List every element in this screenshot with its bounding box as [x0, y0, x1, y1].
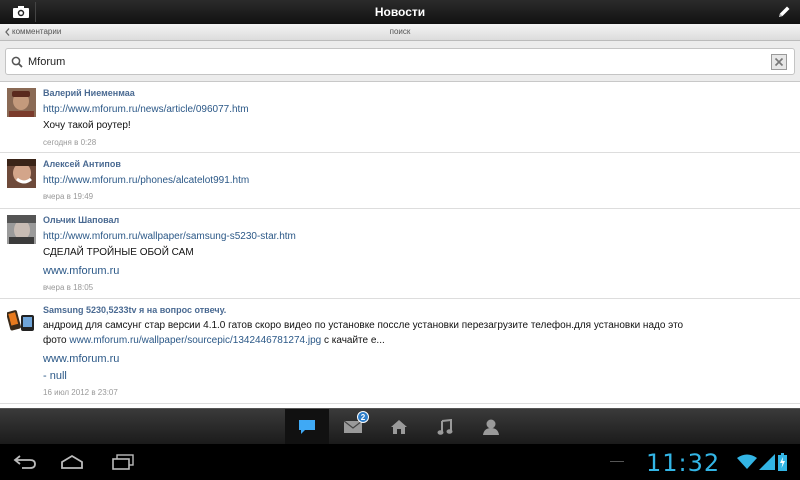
home-icon — [391, 420, 407, 434]
author-name[interactable]: Ольчик Шаповал — [43, 214, 790, 226]
list-item[interactable]: Samsung 5230,5233tv я на вопрос отвечу. … — [0, 299, 800, 404]
avatar[interactable] — [7, 159, 36, 188]
list-item[interactable]: Валерий Ниеменмаа http://www.mforum.ru/n… — [0, 82, 800, 153]
notification-dash — [610, 461, 624, 462]
post-text: андроид для самсунг стар версии 4.1.0 га… — [43, 318, 790, 348]
recent-apps-button[interactable] — [103, 450, 143, 474]
avatar[interactable] — [7, 215, 36, 244]
camera-button[interactable] — [6, 2, 36, 22]
author-name[interactable]: Алексей Антипов — [43, 158, 790, 170]
list-item[interactable]: Алексей Антипов http://www.mforum.ru/pho… — [0, 153, 800, 209]
pencil-icon — [779, 6, 790, 17]
search-area — [0, 41, 800, 82]
post-text-line: андроид для самсунг стар версии 4.1.0 га… — [43, 320, 684, 331]
search-input[interactable] — [28, 50, 771, 73]
sub-bar: комментарии поиск — [0, 24, 800, 41]
bottom-tab-bar: 2 — [0, 408, 800, 445]
battery-status — [778, 453, 787, 476]
search-box — [5, 48, 795, 75]
site-link[interactable]: www.mforum.ru — [43, 264, 790, 278]
post-link[interactable]: http://www.mforum.ru/wallpaper/samsung-s… — [43, 230, 790, 243]
list-item[interactable]: Ольчик Шаповал http://www.mforum.ru/wall… — [0, 209, 800, 299]
back-arrow-icon — [13, 455, 36, 469]
camera-icon — [12, 6, 29, 18]
title-bar: Новости — [0, 0, 800, 24]
messages-badge: 2 — [357, 411, 369, 423]
chevron-left-icon — [5, 27, 10, 36]
music-note-icon — [437, 418, 453, 435]
post-extra: - null — [43, 370, 67, 382]
tab-music[interactable] — [423, 409, 467, 445]
battery-charging-icon — [778, 453, 787, 471]
signal-status — [759, 454, 775, 475]
inline-link[interactable]: www.mforum.ru/wallpaper/sourcepic/134244… — [69, 335, 321, 346]
user-icon — [483, 419, 499, 435]
post-text-prefix: фото — [43, 335, 70, 346]
tab-messages[interactable]: 2 — [331, 409, 375, 445]
author-name[interactable]: Samsung 5230,5233tv я на вопрос отвечу. — [43, 304, 790, 316]
home-outline-icon — [61, 454, 83, 469]
back-label: комментарии — [12, 27, 62, 36]
speech-bubble-icon — [299, 420, 315, 434]
post-text-line: фото www.mforum.ru/wallpaper/sourcepic/1… — [43, 333, 790, 348]
avatar[interactable] — [7, 88, 36, 117]
page-title: Новости — [374, 5, 426, 19]
system-bar: 11:32 — [0, 444, 800, 480]
post-text: Хочу такой роутер! — [43, 120, 131, 131]
post-text: СДЕЛАЙ ТРОЙНЫЕ ОБОЙ САМ — [43, 247, 194, 258]
post-text-suffix: с качайте е... — [321, 335, 385, 346]
tab-news[interactable] — [285, 409, 329, 445]
search-icon — [11, 56, 23, 68]
close-icon — [774, 57, 784, 66]
home-nav-button[interactable] — [52, 450, 92, 474]
wifi-status — [737, 454, 757, 475]
back-to-comments-button[interactable]: комментарии — [5, 27, 61, 36]
clock: 11:32 — [646, 449, 721, 477]
signal-bars-icon — [759, 454, 775, 470]
compose-button[interactable] — [772, 2, 796, 22]
post-time: 16 июл 2012 в 23:07 — [43, 388, 118, 397]
clear-search-button[interactable] — [771, 53, 787, 70]
avatar[interactable] — [7, 305, 36, 334]
search-label: поиск — [389, 27, 411, 36]
post-time: сегодня в 0:28 — [43, 138, 97, 147]
back-button[interactable] — [5, 450, 45, 474]
tab-home[interactable] — [377, 409, 421, 445]
post-link[interactable]: http://www.mforum.ru/news/article/096077… — [43, 103, 790, 116]
post-link[interactable]: http://www.mforum.ru/phones/alcatelot991… — [43, 174, 790, 187]
author-name[interactable]: Валерий Ниеменмаа — [43, 87, 790, 99]
search-results-feed[interactable]: Валерий Ниеменмаа http://www.mforum.ru/n… — [0, 82, 800, 408]
tab-profile[interactable] — [469, 409, 513, 445]
wifi-icon — [737, 454, 757, 469]
site-link[interactable]: www.mforum.ru — [43, 352, 790, 366]
post-time: вчера в 18:05 — [43, 283, 94, 292]
post-time: вчера в 19:49 — [43, 192, 94, 201]
recent-apps-icon — [112, 454, 134, 470]
